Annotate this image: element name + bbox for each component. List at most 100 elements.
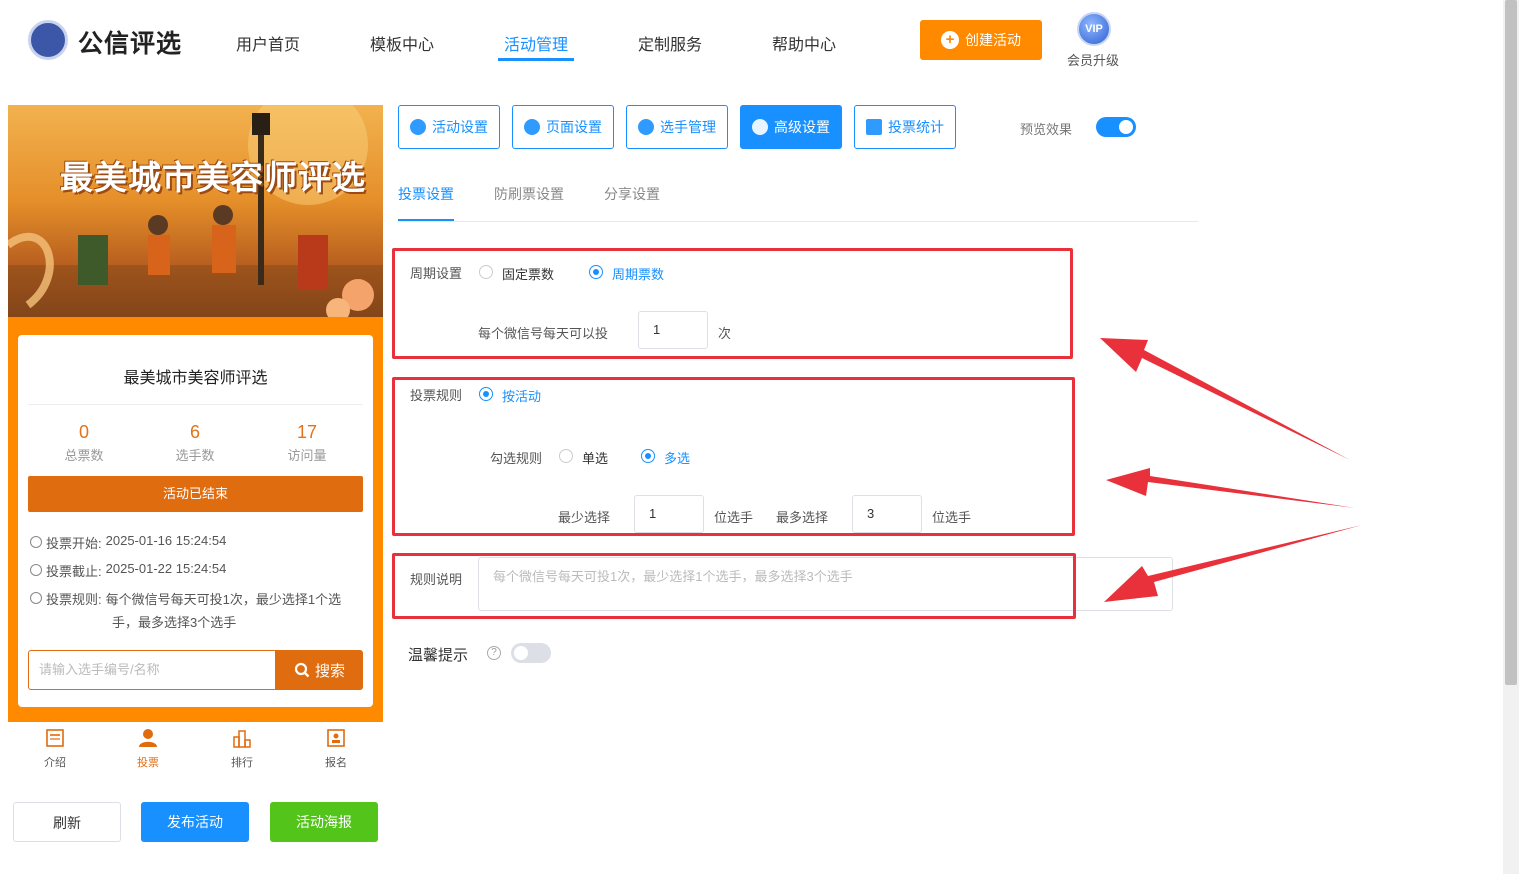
star-icon xyxy=(410,119,426,135)
max-select-label: 最多选择 xyxy=(776,510,829,525)
per-day-votes-input[interactable]: 1 xyxy=(638,311,708,349)
tab-page-settings[interactable]: 页面设置 xyxy=(512,105,614,149)
tab-ranking[interactable]: 排行 xyxy=(212,754,272,770)
tab-vote[interactable]: 投票 xyxy=(118,754,178,770)
tab-activity-settings[interactable]: 活动设置 xyxy=(398,105,500,149)
cycle-setting-label: 周期设置 xyxy=(410,266,463,281)
clock-icon xyxy=(30,564,42,576)
tab-intro[interactable]: 介绍 xyxy=(25,754,85,770)
nav-help-center[interactable]: 帮助中心 xyxy=(772,31,836,55)
tab-advanced-settings-label: 高级设置 xyxy=(774,119,830,135)
stat-total-votes-label: 总票数 xyxy=(64,448,104,463)
info-icon xyxy=(30,592,42,604)
vote-end-line: 投票截止: 2025-01-22 15:24:54 xyxy=(30,561,226,580)
scrollbar-thumb[interactable] xyxy=(1505,0,1517,685)
vote-rule-setting-label: 投票规则 xyxy=(410,388,463,403)
help-icon[interactable]: ? xyxy=(487,646,501,660)
tab-advanced-settings[interactable]: 高级设置 xyxy=(740,105,842,149)
arrow-to-cycle xyxy=(1100,338,1350,460)
vote-start-time: 2025-01-16 15:24:54 xyxy=(105,533,227,548)
warm-tip-toggle[interactable] xyxy=(511,643,551,663)
vote-rule-text-2: 手，最多选择3个选手 xyxy=(112,615,237,630)
refresh-button[interactable]: 刷新 xyxy=(13,802,121,842)
min-select-input[interactable]: 1 xyxy=(634,495,704,533)
radio-single-select-label[interactable]: 单选 xyxy=(582,448,608,467)
radio-cycle-votes[interactable] xyxy=(589,265,603,279)
intro-icon[interactable] xyxy=(45,728,65,748)
vote-end-label: 投票截止: xyxy=(46,564,102,579)
vote-rule-label: 投票规则: xyxy=(46,592,102,607)
radio-multi-select[interactable] xyxy=(641,449,655,463)
vote-end-time: 2025-01-22 15:24:54 xyxy=(105,561,227,576)
subtab-divider xyxy=(398,221,1198,222)
per-day-unit: 次 xyxy=(718,326,732,341)
min-select-unit: 位选手 xyxy=(714,510,754,525)
tab-vote-statistics[interactable]: 投票统计 xyxy=(854,105,956,149)
activity-poster-button[interactable]: 活动海报 xyxy=(270,802,378,842)
toggle-knob xyxy=(1119,120,1133,134)
radio-cycle-votes-label[interactable]: 周期票数 xyxy=(612,264,664,283)
logo-icon xyxy=(28,20,68,60)
stat-visits-label: 访问量 xyxy=(287,448,327,463)
annotation-arrows xyxy=(1100,338,1362,602)
radio-by-activity-label[interactable]: 按活动 xyxy=(502,386,541,405)
subtab-anti-fraud-settings[interactable]: 防刷票设置 xyxy=(494,184,564,204)
subtab-vote-settings[interactable]: 投票设置 xyxy=(398,184,454,204)
arrow-to-rules xyxy=(1106,468,1355,508)
min-select-label: 最少选择 xyxy=(558,510,611,525)
radio-single-select[interactable] xyxy=(559,449,573,463)
publish-activity-button[interactable]: 发布活动 xyxy=(141,802,249,842)
tab-contestant-management-label: 选手管理 xyxy=(660,119,716,135)
rule-description-label: 规则说明 xyxy=(410,572,463,587)
toggle-knob xyxy=(514,646,528,660)
stat-contestants-label: 选手数 xyxy=(175,448,215,463)
logo-text: 公信评选 xyxy=(78,30,183,58)
create-activity-button[interactable]: + 创建活动 xyxy=(920,20,1042,60)
users-icon xyxy=(638,119,654,135)
vip-upgrade-label[interactable]: 会员升级 xyxy=(1067,50,1119,69)
per-day-label: 每个微信号每天可以投 xyxy=(478,326,609,341)
settings-icon xyxy=(752,119,768,135)
nav-template-center[interactable]: 模板中心 xyxy=(370,31,434,55)
divider xyxy=(28,404,363,405)
user-icon[interactable] xyxy=(138,728,158,748)
nav-custom-service[interactable]: 定制服务 xyxy=(638,31,702,55)
highlight-box-description xyxy=(392,553,1076,619)
tab-activity-settings-label: 活动设置 xyxy=(432,119,488,135)
stat-visits-value: 17 xyxy=(296,422,318,442)
signup-icon[interactable] xyxy=(326,728,346,748)
subtab-share-settings[interactable]: 分享设置 xyxy=(604,184,660,204)
activity-title: 最美城市美容师评选 xyxy=(123,370,268,387)
radio-by-activity[interactable] xyxy=(479,387,493,401)
warm-tip-label: 温馨提示 xyxy=(408,647,469,664)
activity-ended-button[interactable]: 活动已结束 xyxy=(28,476,363,512)
banner-image: 最美城市美容师评选 xyxy=(8,105,383,317)
nav-activity-management[interactable]: 活动管理 xyxy=(504,31,568,55)
vip-icon[interactable]: VIP xyxy=(1077,12,1111,46)
vote-start-line: 投票开始: 2025-01-16 15:24:54 xyxy=(30,533,226,552)
stat-contestants-value: 6 xyxy=(189,422,200,442)
preview-effect-toggle[interactable] xyxy=(1096,117,1136,137)
radio-multi-select-label[interactable]: 多选 xyxy=(664,448,690,467)
highlight-box-cycle xyxy=(392,248,1073,359)
subtab-active-indicator xyxy=(398,219,454,221)
tab-contestant-management[interactable]: 选手管理 xyxy=(626,105,728,149)
vote-rule-line: 投票规则: 每个微信号每天可投1次，最少选择1个选 xyxy=(30,589,341,608)
tab-vote-statistics-label: 投票统计 xyxy=(888,119,944,135)
preview-effect-label: 预览效果 xyxy=(1020,122,1073,137)
ranking-icon[interactable] xyxy=(232,728,252,748)
max-select-input[interactable]: 3 xyxy=(852,495,922,533)
stat-total-votes-value: 0 xyxy=(78,422,89,442)
tab-signup[interactable]: 报名 xyxy=(306,754,366,770)
check-rule-label: 勾选规则 xyxy=(490,451,543,466)
nav-user-home[interactable]: 用户首页 xyxy=(236,31,300,55)
tab-page-settings-label: 页面设置 xyxy=(546,119,602,135)
banner-illustration xyxy=(8,105,383,317)
create-activity-label: 创建活动 xyxy=(965,32,1021,48)
search-icon xyxy=(294,662,310,678)
radio-fixed-votes[interactable] xyxy=(479,265,493,279)
vote-rule-text-1: 每个微信号每天可投1次，最少选择1个选 xyxy=(105,592,342,607)
radio-fixed-votes-label[interactable]: 固定票数 xyxy=(502,264,554,283)
contestant-search-input[interactable]: 请输入选手编号/名称 xyxy=(28,650,276,690)
search-button[interactable]: 搜索 xyxy=(276,650,363,690)
